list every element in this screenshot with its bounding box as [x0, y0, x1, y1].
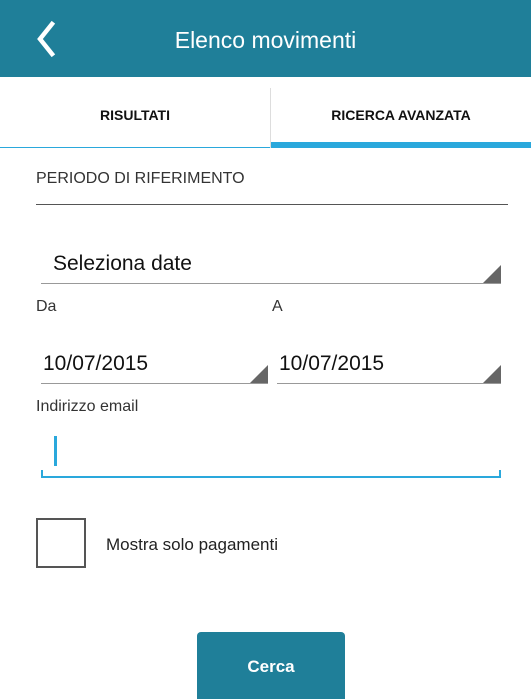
tab-ricerca-avanzata[interactable]: RICERCA AVANZATA	[271, 88, 531, 148]
payments-only-checkbox[interactable]	[36, 518, 86, 568]
email-label: Indirizzo email	[36, 398, 139, 415]
tab-label: RICERCA AVANZATA	[331, 107, 471, 123]
input-underline	[41, 476, 501, 478]
search-button[interactable]: Cerca	[197, 632, 345, 699]
date-range-value: Seleziona date	[53, 252, 192, 275]
payments-only-label: Mostra solo pagamenti	[106, 535, 278, 554]
dropdown-corner-icon	[483, 265, 501, 283]
from-date-value: 10/07/2015	[43, 352, 149, 375]
to-date-select[interactable]: 10/07/2015	[277, 340, 501, 384]
dropdown-corner-icon	[483, 365, 501, 383]
from-date-select[interactable]: 10/07/2015	[41, 340, 268, 384]
input-tick-right	[499, 470, 501, 478]
app-bar: Elenco movimenti	[0, 0, 531, 77]
from-label: Da	[36, 298, 57, 315]
input-tick-left	[41, 470, 43, 478]
email-field[interactable]	[41, 430, 501, 478]
text-caret	[54, 436, 57, 466]
dropdown-corner-icon	[250, 365, 268, 383]
section-divider	[36, 204, 508, 205]
date-range-select[interactable]: Seleziona date	[41, 246, 501, 284]
to-date-value: 10/07/2015	[279, 352, 385, 375]
tab-label: RISULTATI	[100, 107, 170, 123]
section-title: PERIODO DI RIFERIMENTO	[36, 170, 245, 187]
tab-bar: RISULTATI RICERCA AVANZATA	[0, 88, 531, 148]
page-title: Elenco movimenti	[174, 27, 357, 53]
tab-risultati[interactable]: RISULTATI	[0, 88, 270, 148]
to-label: A	[272, 298, 283, 315]
tab-selected-indicator	[271, 142, 531, 148]
